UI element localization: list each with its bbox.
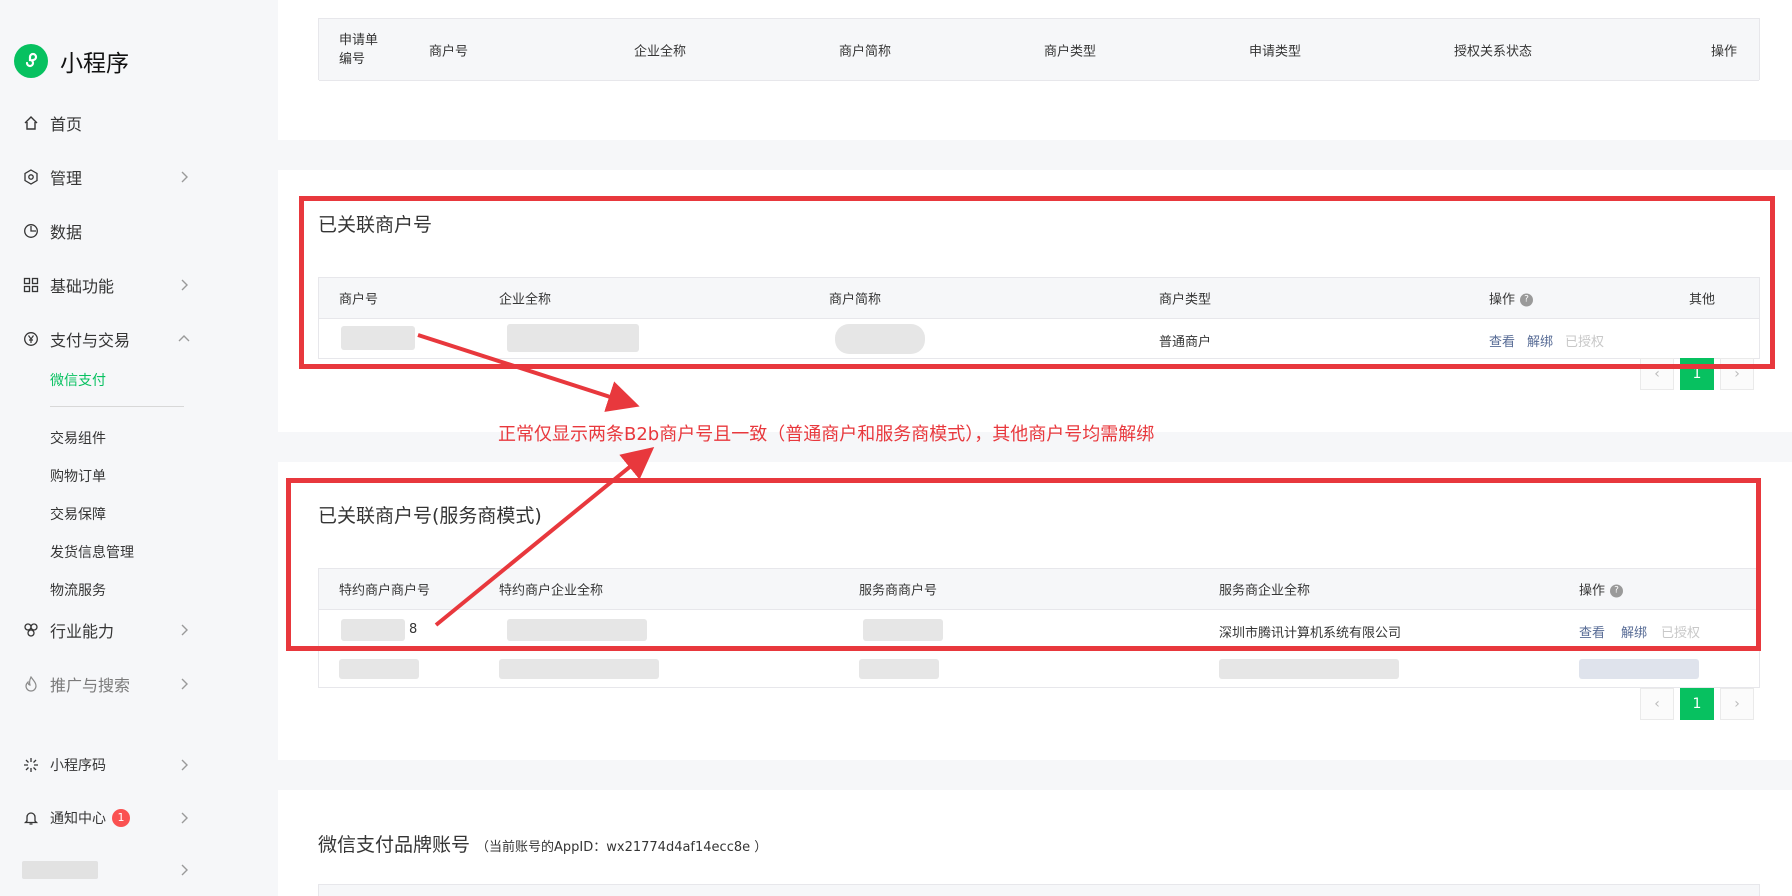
arrow-to-sp	[434, 446, 655, 627]
annotation-arrows	[417, 333, 655, 627]
arrow-to-linked	[417, 333, 640, 412]
